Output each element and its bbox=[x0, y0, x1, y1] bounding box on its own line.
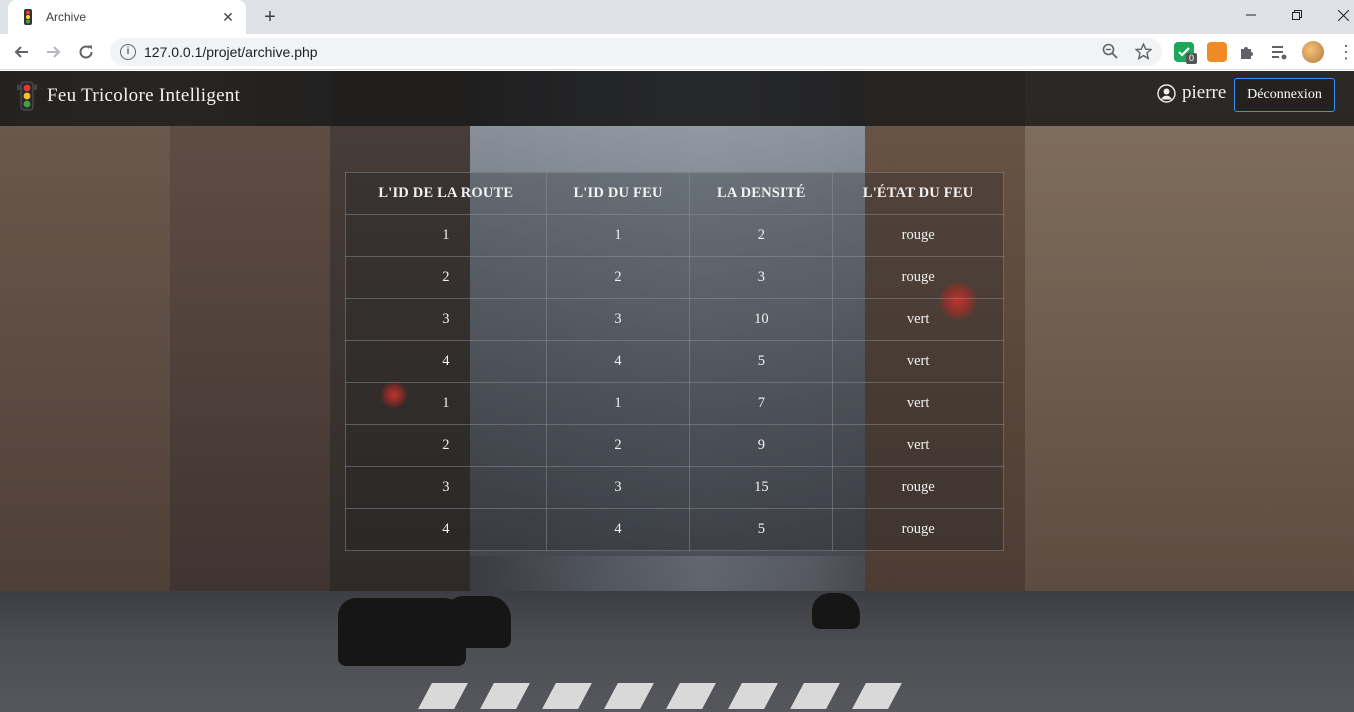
cell-light-state: rouge bbox=[832, 256, 1004, 299]
cell-density: 10 bbox=[689, 298, 834, 341]
table-row: 1 1 2 rouge bbox=[345, 214, 1004, 257]
cell-density: 5 bbox=[689, 340, 834, 383]
lock-bag-extension-icon[interactable] bbox=[1207, 42, 1227, 62]
cell-light-state: vert bbox=[832, 340, 1004, 383]
restore-icon[interactable] bbox=[1274, 0, 1320, 30]
cell-density: 3 bbox=[689, 256, 834, 299]
username: pierre bbox=[1182, 82, 1227, 103]
table-row: 1 1 7 vert bbox=[345, 382, 1004, 425]
address-bar[interactable]: i 127.0.0.1/projet/archive.php bbox=[110, 38, 1162, 66]
close-tab-icon[interactable]: ✕ bbox=[220, 9, 236, 26]
column-header-light-id: L'ID DU FEU bbox=[545, 172, 691, 215]
column-header-density: LA DENSITÉ bbox=[689, 172, 834, 215]
browser-tab[interactable]: Archive ✕ bbox=[8, 0, 246, 34]
cell-route-id: 3 bbox=[345, 466, 547, 509]
background-building bbox=[1025, 71, 1354, 611]
bookmark-star-icon[interactable] bbox=[1134, 42, 1153, 64]
background-car bbox=[445, 596, 511, 648]
traffic-light-logo-icon bbox=[16, 81, 38, 111]
archive-table: L'ID DE LA ROUTE L'ID DU FEU LA DENSITÉ … bbox=[345, 172, 1004, 551]
background-building bbox=[0, 126, 170, 596]
cell-light-id: 3 bbox=[545, 298, 691, 341]
tab-title: Archive bbox=[46, 10, 87, 24]
cell-density: 9 bbox=[689, 424, 834, 467]
cell-density: 5 bbox=[689, 508, 834, 551]
cell-light-state: vert bbox=[832, 424, 1004, 467]
table-row: 4 4 5 vert bbox=[345, 340, 1004, 383]
cell-route-id: 3 bbox=[345, 298, 547, 341]
cell-route-id: 1 bbox=[345, 382, 547, 425]
column-header-route-id: L'ID DE LA ROUTE bbox=[345, 172, 547, 215]
browser-toolbar: i 127.0.0.1/projet/archive.php bbox=[0, 34, 1354, 70]
cell-light-id: 3 bbox=[545, 466, 691, 509]
site-navbar: Feu Tricolore Intelligent pierre Déconne… bbox=[0, 71, 1354, 126]
cell-light-id: 1 bbox=[545, 214, 691, 257]
background-car bbox=[812, 593, 860, 629]
cell-light-id: 4 bbox=[545, 508, 691, 551]
cell-light-state: vert bbox=[832, 298, 1004, 341]
cell-light-id: 1 bbox=[545, 382, 691, 425]
close-window-icon[interactable] bbox=[1320, 0, 1354, 30]
zoom-icon[interactable] bbox=[1102, 43, 1118, 63]
cell-light-id: 2 bbox=[545, 424, 691, 467]
traffic-light-icon bbox=[20, 9, 36, 25]
cell-light-state: vert bbox=[832, 382, 1004, 425]
table-row: 2 2 9 vert bbox=[345, 424, 1004, 467]
cell-route-id: 1 bbox=[345, 214, 547, 257]
shield-check-extension-icon[interactable]: 0 bbox=[1174, 42, 1198, 64]
table-row: 3 3 10 vert bbox=[345, 298, 1004, 341]
table-row: 3 3 15 rouge bbox=[345, 466, 1004, 509]
profile-avatar[interactable] bbox=[1302, 41, 1324, 63]
cell-light-state: rouge bbox=[832, 466, 1004, 509]
table-row: 4 4 5 rouge bbox=[345, 508, 1004, 551]
cell-route-id: 2 bbox=[345, 256, 547, 299]
cell-route-id: 4 bbox=[345, 508, 547, 551]
background-building bbox=[170, 126, 330, 596]
browser-menu-icon[interactable]: ⋮ bbox=[1337, 42, 1354, 62]
column-header-light-state: L'ÉTAT DU FEU bbox=[832, 172, 1004, 215]
table-header-row: L'ID DE LA ROUTE L'ID DU FEU LA DENSITÉ … bbox=[345, 172, 1004, 215]
back-arrow-icon[interactable] bbox=[9, 40, 33, 64]
minimize-icon[interactable] bbox=[1228, 0, 1274, 30]
new-tab-button[interactable]: + bbox=[258, 5, 282, 29]
extension-badge: 0 bbox=[1186, 53, 1198, 64]
page-background: Feu Tricolore Intelligent pierre Déconne… bbox=[0, 71, 1354, 712]
site-info-icon[interactable]: i bbox=[120, 44, 136, 60]
reload-icon[interactable] bbox=[74, 40, 98, 64]
cell-light-state: rouge bbox=[832, 214, 1004, 257]
browser-tab-bar: Archive ✕ + bbox=[0, 0, 1354, 34]
forward-arrow-icon[interactable] bbox=[42, 40, 66, 64]
user-circle-icon bbox=[1157, 83, 1176, 103]
cell-route-id: 2 bbox=[345, 424, 547, 467]
puzzle-extensions-icon[interactable] bbox=[1238, 43, 1256, 61]
cell-density: 7 bbox=[689, 382, 834, 425]
brand[interactable]: Feu Tricolore Intelligent bbox=[16, 81, 240, 111]
logout-button[interactable]: Déconnexion bbox=[1234, 78, 1335, 112]
cell-light-id: 4 bbox=[545, 340, 691, 383]
user-menu[interactable]: pierre bbox=[1157, 82, 1226, 104]
cell-route-id: 4 bbox=[345, 340, 547, 383]
table-row: 2 2 3 rouge bbox=[345, 256, 1004, 299]
brand-name: Feu Tricolore Intelligent bbox=[47, 85, 241, 106]
cell-density: 2 bbox=[689, 214, 834, 257]
cell-density: 15 bbox=[689, 466, 834, 509]
cell-light-id: 2 bbox=[545, 256, 691, 299]
url-text: 127.0.0.1/projet/archive.php bbox=[144, 44, 318, 60]
cell-light-state: rouge bbox=[832, 508, 1004, 551]
media-queue-icon[interactable] bbox=[1270, 43, 1288, 61]
